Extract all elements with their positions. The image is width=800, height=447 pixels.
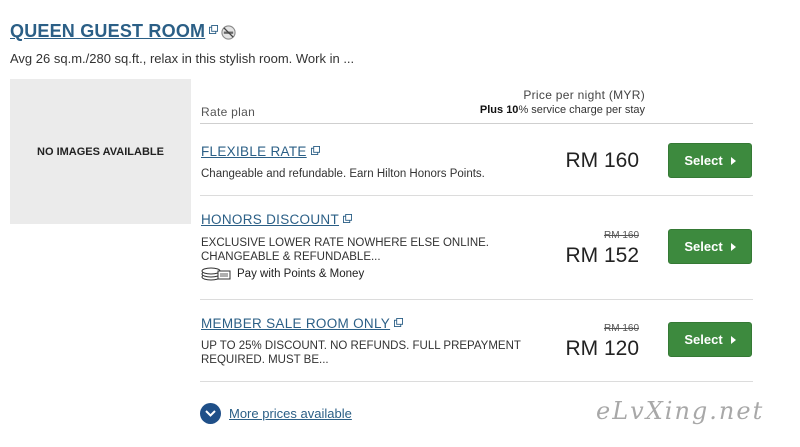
select-button[interactable]: Select — [668, 143, 752, 178]
more-prices-link[interactable]: More prices available — [229, 406, 352, 421]
rate-description-line2: CHANGEABLE & REFUNDABLE... — [201, 251, 381, 263]
rate-description: Changeable and refundable. Earn Hilton H… — [201, 168, 485, 180]
original-price: RM 160 — [603, 230, 639, 241]
external-link-icon[interactable] — [394, 318, 404, 327]
rate-description: EXCLUSIVE LOWER RATE NOWHERE ELSE ONLINE… — [201, 236, 521, 264]
rate-description-line1: UP TO 25% DISCOUNT. NO REFUNDS. FULL PRE… — [201, 340, 521, 352]
rate-name-link[interactable]: FLEXIBLE RATE — [201, 144, 307, 159]
room-title-row: QUEEN GUEST ROOM — [10, 21, 236, 42]
rate-row-honors: HONORS DISCOUNT EXCLUSIVE LOWER RATE NOW… — [200, 196, 753, 300]
chevron-right-icon — [730, 156, 736, 165]
select-button-label: Select — [684, 239, 723, 254]
points-text: Pay with Points & Money — [237, 268, 365, 280]
rate-name-link[interactable]: HONORS DISCOUNT — [201, 212, 339, 227]
no-image-text: NO IMAGES AVAILABLE — [37, 145, 164, 158]
service-charge-rest: % service charge per stay — [518, 104, 645, 116]
rate-name-row: HONORS DISCOUNT — [201, 212, 353, 227]
rate-price: RM 120 — [565, 337, 639, 360]
expand-more-button[interactable] — [200, 403, 221, 424]
select-button-label: Select — [684, 332, 723, 347]
rate-price: RM 152 — [565, 244, 639, 267]
select-button-label: Select — [684, 153, 723, 168]
rate-row-flexible: FLEXIBLE RATE Changeable and refundable.… — [200, 125, 753, 196]
select-button[interactable]: Select — [668, 229, 752, 264]
more-prices-row: More prices available — [200, 403, 352, 424]
rate-name-row: FLEXIBLE RATE — [201, 144, 320, 159]
chevron-right-icon — [730, 335, 736, 344]
rate-row-member-sale: MEMBER SALE ROOM ONLY UP TO 25% DISCOUNT… — [200, 300, 753, 382]
rate-name-link[interactable]: MEMBER SALE ROOM ONLY — [201, 316, 390, 331]
rate-price: RM 160 — [565, 149, 639, 172]
no-image-placeholder: NO IMAGES AVAILABLE — [10, 79, 191, 224]
service-charge-bold: Plus 10 — [479, 104, 519, 116]
room-description: Avg 26 sq.m./280 sq.ft., relax in this s… — [10, 51, 355, 66]
external-link-icon[interactable] — [310, 146, 320, 155]
room-title-link[interactable]: QUEEN GUEST ROOM — [10, 21, 205, 42]
points-and-money: Pay with Points & Money — [201, 267, 364, 281]
rate-table-header: Rate plan Price per night (MYR) Plus 10%… — [200, 84, 753, 124]
chevron-down-icon — [205, 410, 216, 417]
rate-description-line2: REQUIRED. MUST BE... — [201, 354, 329, 366]
no-smoking-icon — [221, 25, 236, 40]
price-per-night-label: Price per night (MYR) — [523, 88, 645, 102]
external-link-icon[interactable] — [343, 214, 353, 223]
chevron-right-icon — [730, 242, 736, 251]
watermark: eLvXing.net — [596, 397, 765, 425]
select-button[interactable]: Select — [668, 322, 752, 357]
rate-name-row: MEMBER SALE ROOM ONLY — [201, 316, 404, 331]
coins-icon — [201, 267, 231, 281]
external-link-icon[interactable] — [209, 25, 219, 34]
rate-description: UP TO 25% DISCOUNT. NO REFUNDS. FULL PRE… — [201, 339, 521, 367]
rate-description-line1: EXCLUSIVE LOWER RATE NOWHERE ELSE ONLINE… — [201, 237, 489, 249]
rate-plan-label: Rate plan — [201, 105, 256, 119]
original-price: RM 160 — [603, 323, 639, 334]
service-charge-note: Plus 10% service charge per stay — [480, 104, 645, 116]
